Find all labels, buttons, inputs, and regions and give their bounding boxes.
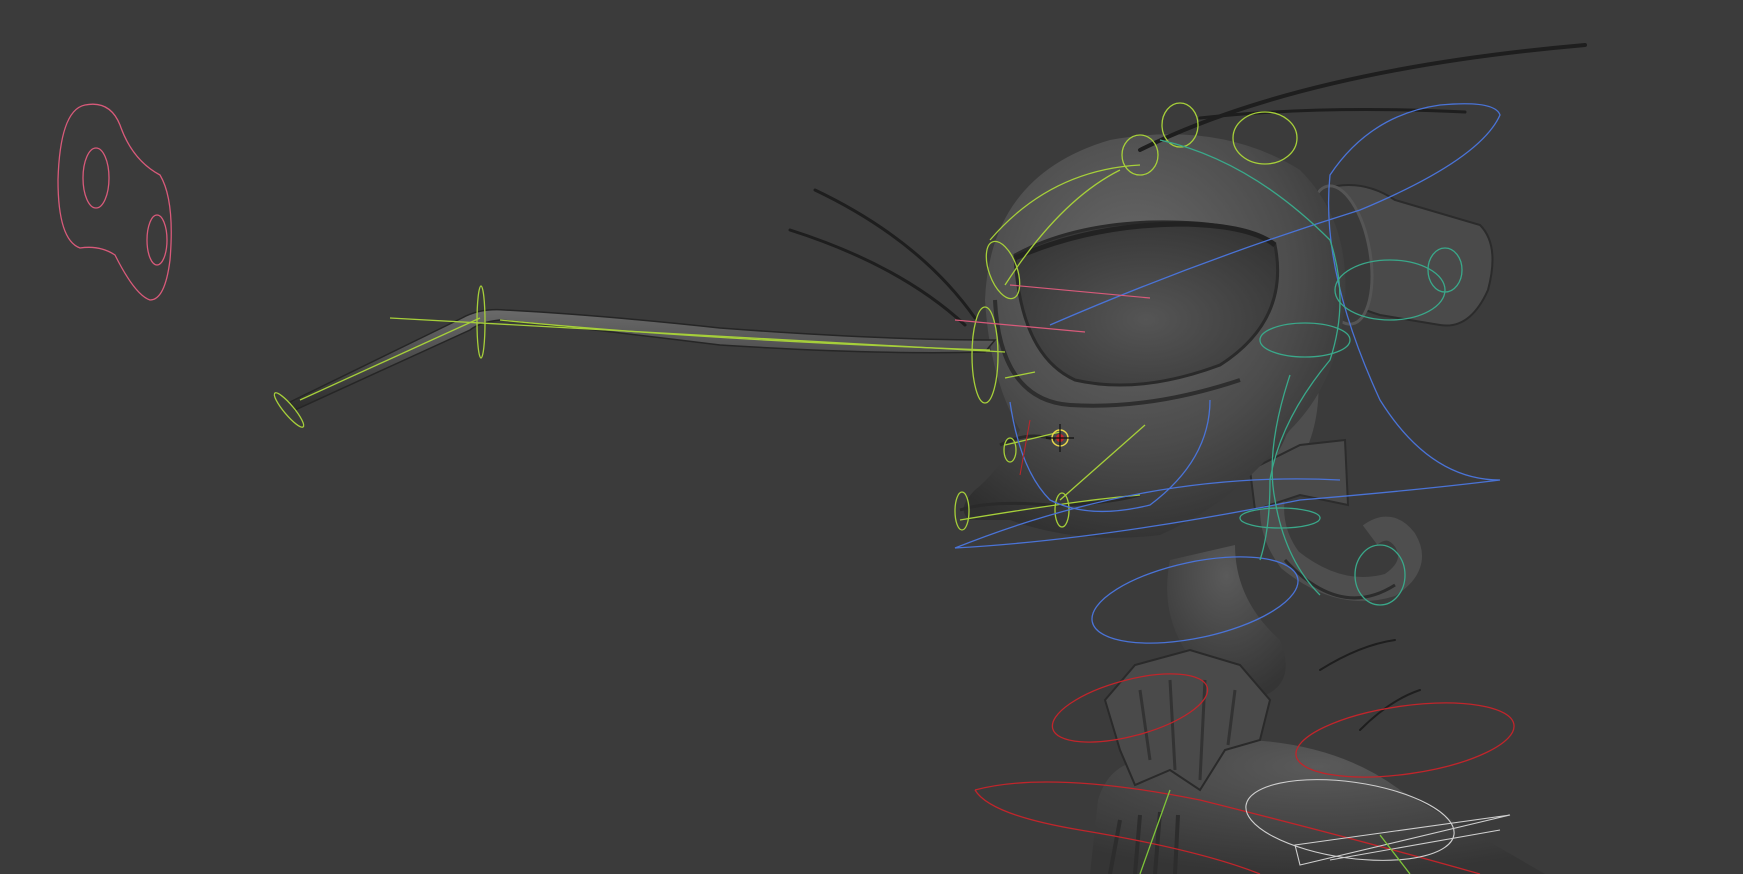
viewport-canvas[interactable] — [0, 0, 1743, 874]
3d-viewport[interactable] — [0, 0, 1743, 874]
long-nose-mesh[interactable] — [288, 308, 997, 411]
pink-eye-control-curve[interactable] — [57, 103, 172, 301]
